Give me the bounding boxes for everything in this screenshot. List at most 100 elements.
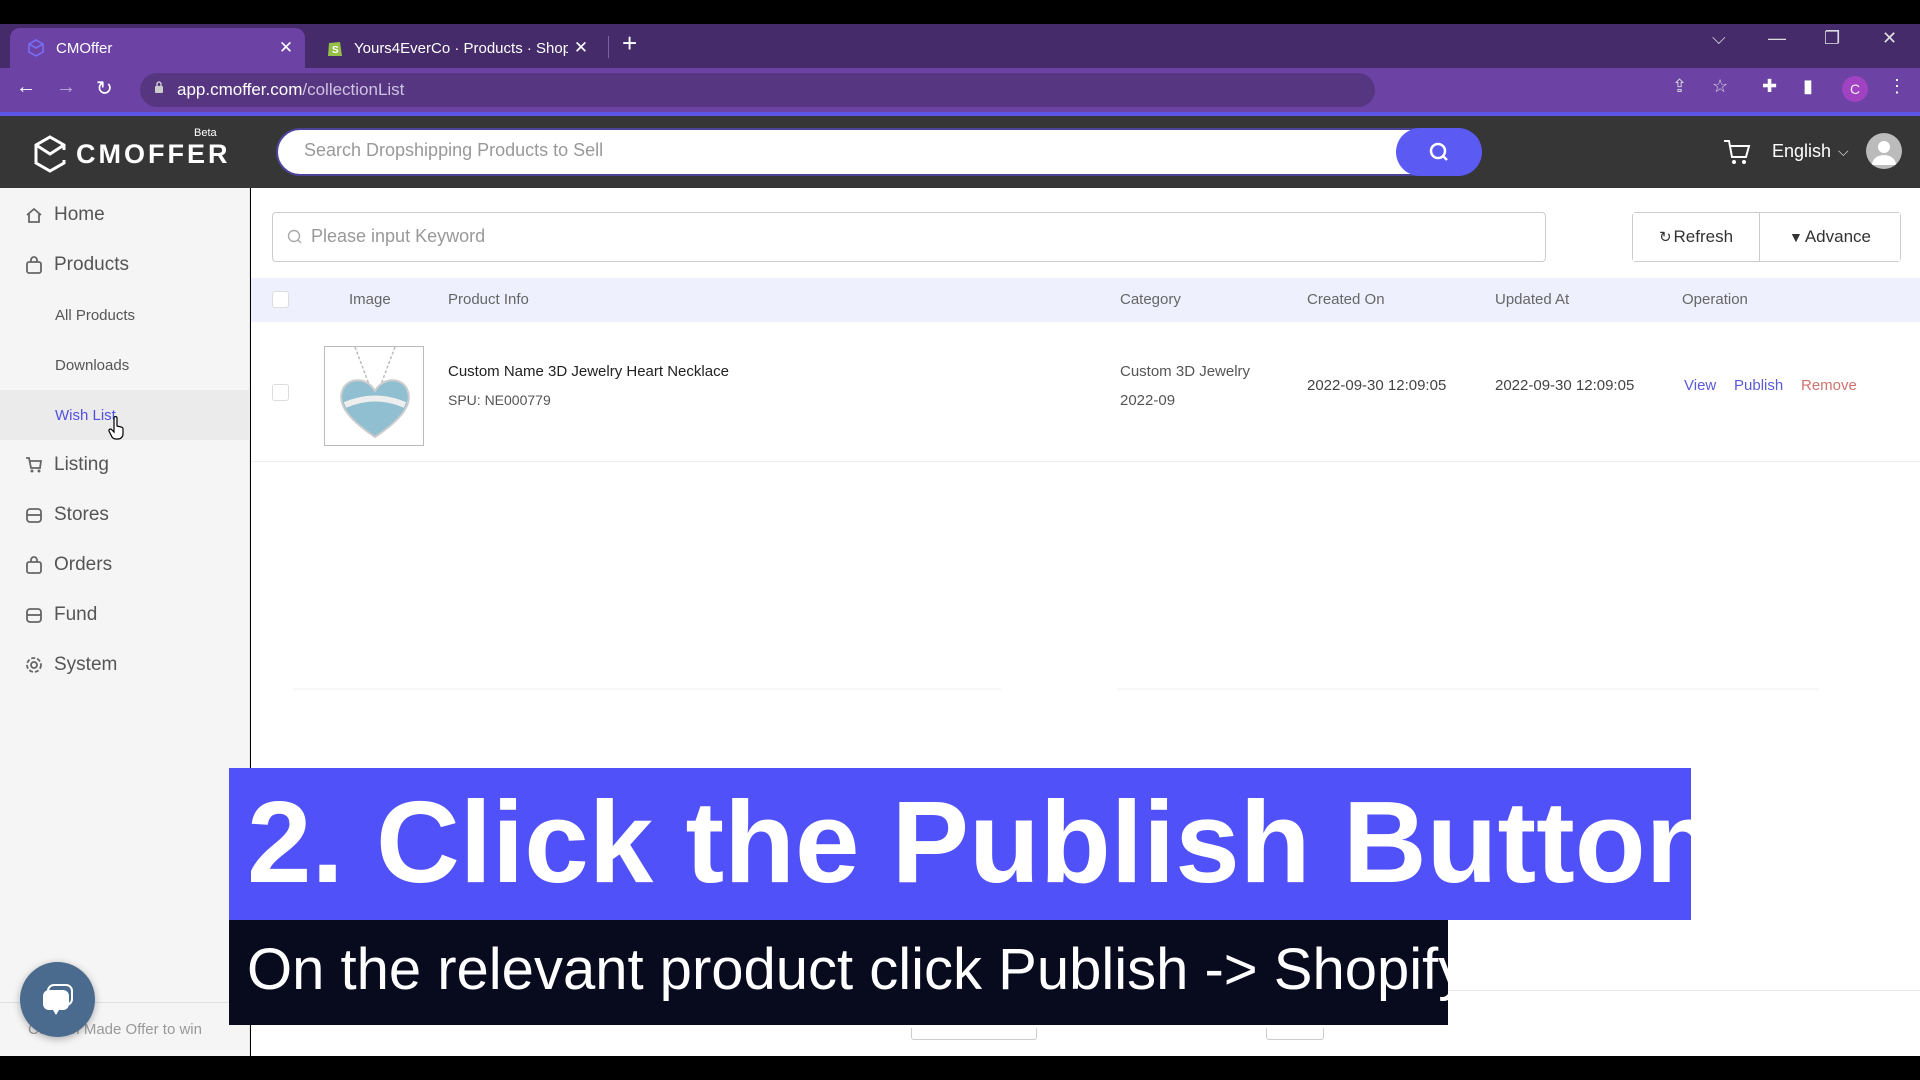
keyword-input[interactable] bbox=[311, 226, 1511, 247]
sidebar-item-fund[interactable]: Fund bbox=[0, 590, 250, 640]
sidebar-item-products[interactable]: Products bbox=[0, 240, 250, 290]
column-header-image: Image bbox=[349, 291, 391, 308]
column-header-updated-at: Updated At bbox=[1495, 291, 1570, 308]
cmoffer-logo[interactable]: CMOFFER bbox=[32, 134, 230, 174]
column-header-product-info: Product Info bbox=[448, 291, 529, 308]
address-bar[interactable]: app.cmoffer.com/collectionList bbox=[140, 73, 1375, 107]
new-tab-button[interactable]: + bbox=[622, 28, 637, 58]
language-selector[interactable]: English bbox=[1772, 141, 1831, 162]
sidebar-subitem-all-products[interactable]: All Products bbox=[0, 290, 250, 340]
back-icon[interactable]: ← bbox=[16, 76, 36, 99]
publish-link[interactable]: Publish bbox=[1734, 377, 1783, 394]
row-checkbox[interactable] bbox=[272, 384, 289, 401]
url-text: app.cmoffer.com/collectionList bbox=[177, 80, 405, 99]
refresh-label: Refresh bbox=[1673, 227, 1734, 246]
column-header-category: Category bbox=[1120, 291, 1181, 308]
sidebar-item-orders[interactable]: Orders bbox=[0, 540, 250, 590]
product-category-date: 2022-09 bbox=[1120, 392, 1176, 409]
column-header-created-on: Created On bbox=[1307, 291, 1385, 308]
sidebar-item-label: Home bbox=[54, 204, 105, 225]
search-icon bbox=[1429, 142, 1448, 161]
tab-search-chevron-icon[interactable]: ⌵ bbox=[1712, 28, 1726, 49]
browser-tab-strip: CMOffer ✕ S Yours4EverCo · Products · Sh… bbox=[0, 24, 1920, 68]
minimize-icon[interactable]: — bbox=[1768, 28, 1786, 49]
product-search-input[interactable] bbox=[304, 140, 1354, 161]
product-image[interactable] bbox=[324, 346, 424, 446]
gear-icon bbox=[24, 655, 44, 675]
user-avatar[interactable] bbox=[1866, 133, 1902, 169]
screen-top-bar bbox=[0, 0, 1920, 24]
bag-icon bbox=[24, 255, 44, 275]
search-button[interactable] bbox=[1396, 128, 1482, 176]
shopify-icon: S bbox=[328, 42, 342, 56]
bookmark-star-icon[interactable]: ☆ bbox=[1712, 76, 1728, 97]
sidebar-item-label: Listing bbox=[54, 454, 109, 475]
view-link[interactable]: View bbox=[1684, 377, 1716, 394]
created-on: 2022-09-30 12:09:05 bbox=[1307, 377, 1447, 394]
chat-bubble-icon bbox=[42, 983, 73, 1015]
close-tab-icon[interactable]: ✕ bbox=[568, 38, 594, 58]
screen-bottom-bar bbox=[0, 1056, 1920, 1080]
shopping-cart-icon[interactable] bbox=[1722, 138, 1752, 166]
restore-icon[interactable]: ❐ bbox=[1824, 28, 1840, 49]
tutorial-step-subtitle: On the relevant product click Publish ->… bbox=[229, 920, 1448, 1025]
tutorial-step-title: 2. Click the Publish Button bbox=[229, 768, 1691, 920]
share-icon[interactable]: ⇪ bbox=[1672, 76, 1687, 97]
store-icon bbox=[24, 605, 44, 625]
sidebar-item-home[interactable]: Home bbox=[0, 190, 250, 240]
window-close-icon[interactable]: ✕ bbox=[1882, 28, 1897, 49]
home-icon bbox=[24, 205, 44, 225]
remove-link[interactable]: Remove bbox=[1801, 377, 1857, 394]
sidebar-item-system[interactable]: System bbox=[0, 640, 250, 690]
sidebar-item-stores[interactable]: Stores bbox=[0, 490, 250, 540]
refresh-icon: ↻ bbox=[1658, 229, 1672, 246]
extensions-puzzle-icon[interactable]: ✚ bbox=[1762, 76, 1777, 97]
hand-cursor-icon bbox=[108, 416, 124, 440]
cmoffer-logo-icon bbox=[28, 39, 44, 57]
chat-button[interactable] bbox=[20, 962, 95, 1037]
sidebar-subitem-label: Wish List bbox=[55, 406, 116, 424]
refresh-button[interactable]: ↻ Refresh bbox=[1633, 213, 1760, 261]
pagination-control[interactable] bbox=[1266, 1028, 1324, 1040]
sidebar-item-listing[interactable]: Listing bbox=[0, 440, 250, 490]
tab-shopify[interactable]: S Yours4EverCo · Products · Shopify ✕ bbox=[310, 28, 600, 68]
footer-divider bbox=[1447, 990, 1920, 991]
svg-text:S: S bbox=[332, 45, 339, 56]
sidebar-item-label: Products bbox=[54, 254, 129, 275]
divider bbox=[293, 688, 1001, 690]
store-icon bbox=[24, 505, 44, 525]
search-icon bbox=[287, 229, 302, 244]
table-header: Image Product Info Category Created On U… bbox=[251, 278, 1920, 322]
sidebar-subitem-downloads[interactable]: Downloads bbox=[0, 340, 250, 390]
chevron-down-icon[interactable]: ⌵ bbox=[1838, 143, 1849, 160]
table-actions: ↻ Refresh ▼ Advance bbox=[1632, 212, 1901, 262]
cart-icon bbox=[24, 455, 44, 475]
divider bbox=[1117, 688, 1819, 690]
pagination-control[interactable] bbox=[911, 1028, 1037, 1040]
side-panel-icon[interactable]: ▮ bbox=[1803, 76, 1813, 97]
logo-text: CMOFFER bbox=[76, 138, 231, 169]
beta-label: Beta bbox=[194, 127, 217, 139]
heart-necklace-image bbox=[340, 347, 410, 439]
tab-cmoffer[interactable]: CMOffer ✕ bbox=[10, 28, 305, 68]
tab-title: Yours4EverCo · Products · Shopify bbox=[354, 39, 568, 57]
forward-icon[interactable]: → bbox=[56, 76, 76, 99]
sidebar-subitem-label: All Products bbox=[55, 306, 136, 324]
lock-icon bbox=[155, 81, 163, 93]
select-all-checkbox[interactable] bbox=[272, 291, 289, 308]
reload-icon[interactable]: ↻ bbox=[96, 76, 113, 101]
keyword-search-field bbox=[272, 212, 1546, 262]
sidebar-item-label: Stores bbox=[54, 504, 109, 525]
sidebar-subitem-label: Downloads bbox=[55, 356, 130, 374]
product-spu: SPU: NE000779 bbox=[448, 392, 551, 408]
advance-filter-button[interactable]: ▼ Advance bbox=[1760, 213, 1900, 261]
cmoffer-logo-icon bbox=[34, 135, 68, 173]
product-name[interactable]: Custom Name 3D Jewelry Heart Necklace bbox=[448, 363, 729, 380]
browser-profile-avatar[interactable]: C bbox=[1842, 76, 1868, 102]
product-category: Custom 3D Jewelry bbox=[1120, 363, 1251, 380]
browser-menu-icon[interactable]: ⋮ bbox=[1888, 76, 1906, 97]
browser-toolbar: ← → ↻ app.cmoffer.com/collectionList ⇪ ☆… bbox=[0, 68, 1920, 112]
bag-icon bbox=[24, 555, 44, 575]
close-tab-icon[interactable]: ✕ bbox=[273, 38, 299, 58]
sidebar: Home Products All Products Downloads Wis… bbox=[0, 188, 250, 1056]
